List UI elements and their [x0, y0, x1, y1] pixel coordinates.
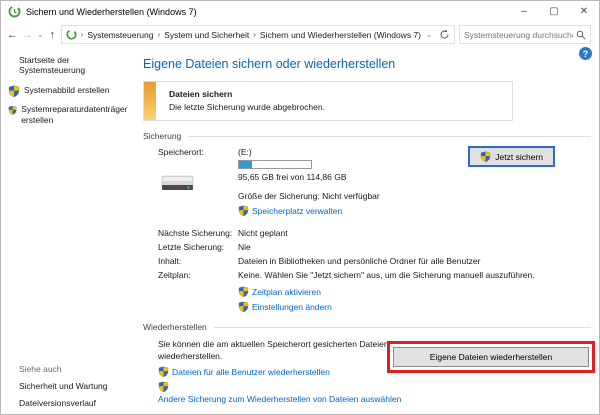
select-other-backup-link-label: Andere Sicherung zum Wiederherstellen vo…	[158, 394, 402, 404]
help-icon[interactable]: ?	[579, 47, 592, 60]
restore-my-files-button[interactable]: Eigene Dateien wiederherstellen	[393, 347, 589, 367]
drive-usage-fill	[239, 161, 252, 168]
location-label: Speicherort:	[158, 147, 204, 157]
divider	[213, 326, 591, 328]
detail-value: Dateien in Bibliotheken und persönliche …	[238, 256, 481, 266]
see-also-section: Siehe auch Sicherheit und Wartung Dateiv…	[1, 364, 133, 414]
uac-shield-icon	[158, 366, 169, 377]
window-title: Sichern und Wiederherstellen (Windows 7)	[26, 6, 197, 17]
backup-now-button[interactable]: Jetzt sichern	[468, 146, 555, 167]
change-settings-link-label: Einstellungen ändern	[252, 301, 332, 312]
close-button[interactable]: ✕	[569, 1, 599, 22]
drive-usage-bar	[238, 160, 312, 169]
notice-status-bar	[144, 82, 156, 120]
sidebar: Startseite der Systemsteuerung Systemabb…	[1, 47, 133, 414]
restore-description: Sie können die am aktuellen Speicherort …	[158, 339, 389, 361]
enable-schedule-link-label: Zeitplan aktivieren	[252, 286, 321, 297]
search-icon[interactable]	[576, 30, 586, 40]
uac-shield-icon	[8, 105, 17, 115]
breadcrumb-system-und-sicherheit[interactable]: System und Sicherheit	[164, 30, 249, 40]
main-content: ? Eigene Dateien sichern oder wiederhers…	[133, 47, 599, 414]
sidebar-item-security-maintenance[interactable]: Sicherheit und Wartung	[19, 381, 133, 391]
backup-section-header: Sicherung	[143, 131, 591, 141]
page-title: Eigene Dateien sichern oder wiederherste…	[143, 57, 396, 71]
uac-shield-icon	[480, 151, 491, 162]
breadcrumb-separator: ›	[80, 30, 84, 39]
sidebar-item-create-system-image[interactable]: Systemabbild erstellen	[1, 85, 133, 97]
uac-shield-icon	[238, 286, 249, 297]
restore-section-header: Wiederherstellen	[143, 322, 591, 332]
detail-label: Inhalt:	[158, 256, 182, 266]
detail-label: Nächste Sicherung:	[158, 228, 233, 238]
drive-name: (E:)	[238, 147, 252, 157]
breadcrumb-separator: ›	[157, 30, 161, 39]
maximize-button[interactable]: ▢	[539, 1, 569, 22]
restore-section-title: Wiederherstellen	[143, 322, 207, 332]
address-bar[interactable]: › Systemsteuerung › System und Sicherhei…	[60, 25, 455, 44]
title-bar: Sichern und Wiederherstellen (Windows 7)…	[1, 1, 599, 22]
back-icon[interactable]: ←	[7, 29, 18, 41]
breadcrumb-systemsteuerung[interactable]: Systemsteuerung	[87, 30, 153, 40]
search-input[interactable]	[464, 29, 573, 40]
hard-drive-icon	[161, 175, 194, 190]
detail-label: Zeitplan:	[158, 270, 191, 280]
refresh-icon[interactable]	[439, 29, 450, 40]
sidebar-item-create-repair-disc[interactable]: Systemreparaturdatenträger erstellen	[1, 104, 133, 126]
uac-shield-icon	[238, 301, 249, 312]
notice-title: Dateien sichern	[169, 89, 233, 99]
backup-notice: Dateien sichern Die letzte Sicherung wur…	[143, 81, 513, 121]
sidebar-item-label: Systemreparaturdatenträger erstellen	[21, 104, 128, 125]
recent-pages-chevron-icon[interactable]: ⌄	[37, 30, 44, 39]
search-box	[459, 25, 591, 44]
uac-shield-icon	[238, 205, 249, 216]
address-location-icon	[66, 29, 77, 40]
sidebar-item-control-panel-home[interactable]: Startseite der Systemsteuerung	[1, 55, 133, 75]
sidebar-item-label: Systemabbild erstellen	[24, 85, 110, 95]
forward-icon[interactable]: →	[22, 29, 33, 41]
manage-space-link[interactable]: Speicherplatz verwalten	[238, 205, 380, 216]
breadcrumb-separator: ›	[253, 30, 256, 39]
detail-value: Nie	[238, 242, 251, 252]
navigation-bar: ← → ⌄ ↑ › Systemsteuerung › System und S…	[1, 22, 599, 47]
divider	[188, 135, 591, 137]
detail-row-last-backup: Letzte Sicherung: Nie	[158, 240, 591, 254]
manage-space-link-label: Speicherplatz verwalten	[252, 205, 343, 216]
backup-section-title: Sicherung	[143, 131, 182, 141]
up-icon[interactable]: ↑	[48, 29, 57, 41]
backup-size-text: Größe der Sicherung: Nicht verfügbar	[238, 191, 380, 201]
enable-schedule-link[interactable]: Zeitplan aktivieren	[238, 286, 591, 297]
backup-restore-window: Sichern und Wiederherstellen (Windows 7)…	[0, 0, 600, 415]
detail-value: Nicht geplant	[238, 228, 288, 238]
uac-shield-icon	[8, 85, 20, 97]
minimize-button[interactable]: –	[509, 1, 539, 22]
app-icon	[8, 5, 21, 18]
see-also-header: Siehe auch	[19, 364, 62, 374]
free-space-text: 95,65 GB frei von 114,86 GB	[238, 172, 347, 182]
uac-shield-icon	[158, 381, 169, 393]
detail-label: Letzte Sicherung:	[158, 242, 225, 252]
sidebar-item-file-history[interactable]: Dateiversionsverlauf	[19, 398, 133, 408]
select-other-backup-link[interactable]: Andere Sicherung zum Wiederherstellen vo…	[158, 381, 591, 404]
breadcrumb-sichern-und-wiederherstellen[interactable]: Sichern und Wiederherstellen (Windows 7)	[260, 30, 421, 40]
detail-row-next-backup: Nächste Sicherung: Nicht geplant	[158, 226, 591, 240]
restore-all-users-link-label: Dateien für alle Benutzer wiederherstell…	[172, 366, 330, 377]
detail-row-contents: Inhalt: Dateien in Bibliotheken und pers…	[158, 254, 591, 268]
notice-text: Die letzte Sicherung wurde abgebrochen.	[169, 102, 325, 112]
annotation-highlight-box: Eigene Dateien wiederherstellen	[387, 341, 595, 373]
backup-now-button-label: Jetzt sichern	[495, 151, 543, 162]
detail-value: Keine. Wählen Sie "Jetzt sichern" aus, u…	[238, 270, 535, 280]
detail-row-schedule: Zeitplan: Keine. Wählen Sie "Jetzt siche…	[158, 268, 591, 282]
change-settings-link[interactable]: Einstellungen ändern	[238, 301, 591, 312]
address-dropdown-icon[interactable]: ⌄	[424, 30, 434, 39]
